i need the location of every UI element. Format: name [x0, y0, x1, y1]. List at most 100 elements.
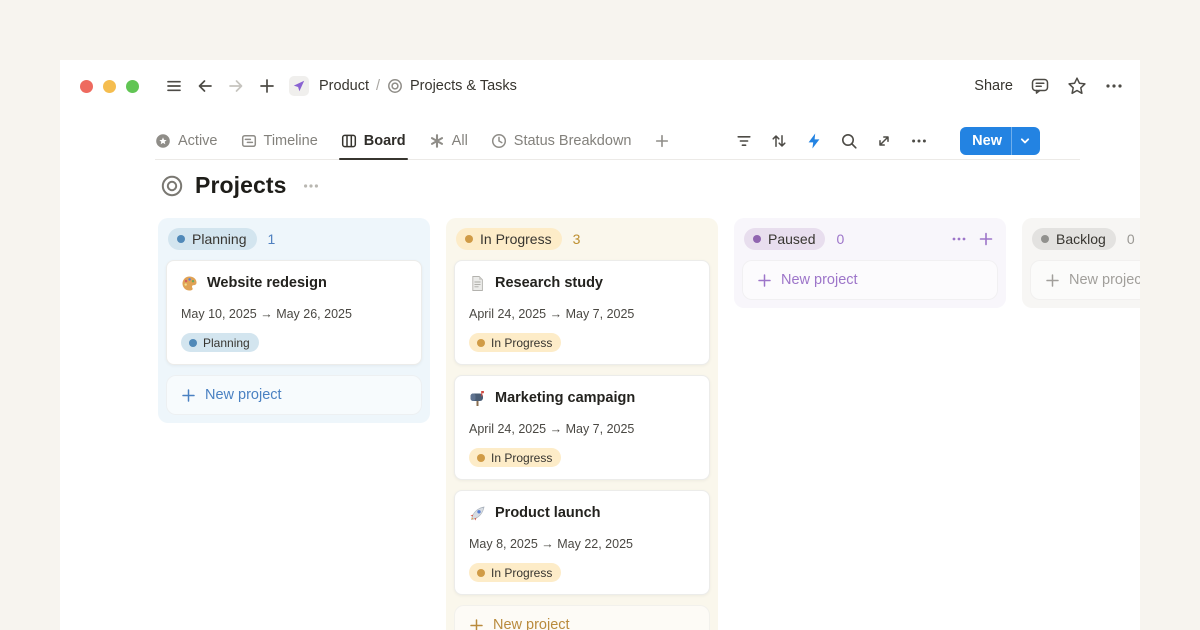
status-dot: [189, 339, 197, 347]
page-title: Projects: [195, 172, 287, 199]
status-label: Planning: [203, 336, 250, 350]
column-status-pill: Paused: [744, 228, 825, 250]
share-button[interactable]: Share: [974, 78, 1013, 94]
breadcrumb: Product / Projects & Tasks: [319, 78, 517, 94]
tab-label: All: [452, 133, 468, 149]
plus-icon: [757, 273, 772, 288]
status-dot: [477, 339, 485, 347]
page-more-icon[interactable]: [302, 177, 320, 195]
column-count: 0: [1127, 231, 1135, 247]
column-header: Paused 0: [744, 226, 996, 252]
breadcrumb-workspace[interactable]: Product: [319, 78, 369, 94]
project-card-research-study[interactable]: Research study April 24, 2025 → May 7, 2…: [454, 260, 710, 365]
column-backlog: Backlog 0 New project: [1022, 218, 1140, 308]
column-planning: Planning 1 Website redesign May 10, 2025…: [158, 218, 430, 423]
column-more-icon[interactable]: [951, 231, 967, 247]
automations-icon[interactable]: [805, 132, 823, 150]
new-project-button[interactable]: New project: [166, 375, 422, 415]
favorite-star-icon[interactable]: [1067, 76, 1087, 96]
traffic-light-close[interactable]: [80, 80, 93, 93]
clock-icon: [491, 133, 507, 149]
view-actions: New: [735, 127, 1040, 155]
card-date-range: April 24, 2025 → May 7, 2025: [469, 422, 695, 436]
column-status-pill: Backlog: [1032, 228, 1116, 250]
comments-icon[interactable]: [1030, 76, 1050, 96]
topbar-actions: Share: [974, 76, 1124, 96]
new-button[interactable]: New: [960, 127, 1040, 155]
tabs-divider: [155, 159, 1080, 160]
project-card-website-redesign[interactable]: Website redesign May 10, 2025 → May 26, …: [166, 260, 422, 365]
menu-icon[interactable]: [165, 77, 183, 95]
document-icon: [469, 275, 486, 292]
expand-icon[interactable]: [875, 132, 893, 150]
new-project-button[interactable]: New project: [742, 260, 998, 300]
new-project-label: New project: [205, 387, 282, 403]
plus-icon: [654, 133, 670, 149]
new-project-label: New project: [1069, 272, 1140, 288]
plus-icon: [181, 388, 196, 403]
search-icon[interactable]: [840, 132, 858, 150]
card-title: Research study: [495, 275, 603, 291]
breadcrumb-page[interactable]: Projects & Tasks: [410, 78, 517, 94]
purple-arrow-icon: [293, 80, 305, 92]
column-controls: [951, 231, 994, 247]
target-icon: [387, 78, 403, 94]
card-date-range: May 8, 2025 → May 22, 2025: [469, 537, 695, 551]
add-view-button[interactable]: [654, 122, 670, 159]
column-header: Planning 1: [168, 226, 420, 252]
card-status-badge: In Progress: [469, 333, 561, 352]
filter-icon[interactable]: [735, 132, 753, 150]
breadcrumb-separator: /: [376, 78, 380, 94]
status-dot: [753, 235, 761, 243]
more-icon[interactable]: [1104, 76, 1124, 96]
mailbox-icon: [469, 390, 486, 407]
column-count: 1: [268, 231, 276, 247]
tab-label: Status Breakdown: [514, 133, 632, 149]
workspace-logo[interactable]: [289, 76, 309, 96]
back-arrow-icon[interactable]: [196, 77, 214, 95]
sort-icon[interactable]: [770, 132, 788, 150]
new-project-label: New project: [493, 617, 570, 630]
new-project-button[interactable]: New project: [454, 605, 710, 630]
new-page-icon[interactable]: [258, 77, 276, 95]
plus-icon: [1045, 273, 1060, 288]
forward-arrow-icon[interactable]: [227, 77, 245, 95]
column-header: Backlog 0: [1032, 226, 1140, 252]
page-target-icon: [160, 174, 184, 198]
tab-label: Board: [364, 133, 406, 149]
traffic-light-zoom[interactable]: [126, 80, 139, 93]
card-status-badge: In Progress: [469, 563, 561, 582]
status-label: In Progress: [491, 451, 552, 465]
status-dot: [465, 235, 473, 243]
tab-status-breakdown[interactable]: Status Breakdown: [491, 122, 632, 159]
card-title: Product launch: [495, 505, 601, 521]
project-card-product-launch[interactable]: Product launch May 8, 2025 → May 22, 202…: [454, 490, 710, 595]
new-project-label: New project: [781, 272, 858, 288]
asterisk-icon: [429, 133, 445, 149]
view-more-icon[interactable]: [910, 132, 928, 150]
column-paused: Paused 0 New project: [734, 218, 1006, 308]
column-name: Paused: [768, 231, 815, 247]
tab-board[interactable]: Board: [341, 122, 406, 159]
column-add-icon[interactable]: [978, 231, 994, 247]
new-project-button[interactable]: New project: [1030, 260, 1140, 300]
star-badge-icon: [155, 133, 171, 149]
column-name: Backlog: [1056, 231, 1106, 247]
column-status-pill: Planning: [168, 228, 257, 250]
rocket-icon: [469, 505, 486, 522]
chevron-down-icon[interactable]: [1011, 127, 1040, 155]
traffic-light-minimize[interactable]: [103, 80, 116, 93]
project-card-marketing-campaign[interactable]: Marketing campaign April 24, 2025 → May …: [454, 375, 710, 480]
column-header: In Progress 3: [456, 226, 708, 252]
status-label: In Progress: [491, 566, 552, 580]
column-name: In Progress: [480, 231, 552, 247]
window-toolbar: Product / Projects & Tasks Share: [80, 68, 1124, 104]
status-dot: [1041, 235, 1049, 243]
tab-all[interactable]: All: [429, 122, 468, 159]
palette-icon: [181, 275, 198, 292]
tab-timeline[interactable]: Timeline: [241, 122, 318, 159]
status-dot: [477, 454, 485, 462]
tab-active[interactable]: Active: [155, 122, 218, 159]
card-title: Marketing campaign: [495, 390, 635, 406]
page-header: Projects: [160, 172, 320, 199]
